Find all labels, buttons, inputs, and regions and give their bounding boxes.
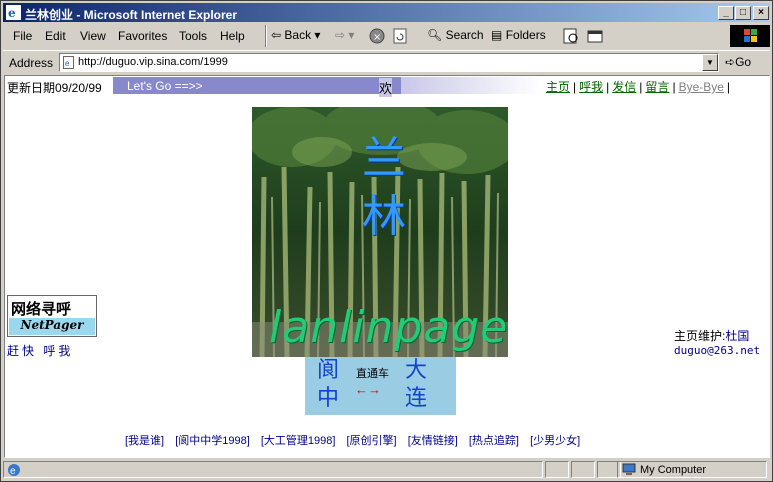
banner-title: 兰 林 [349, 130, 419, 246]
status-bar: e My Computer [3, 459, 770, 480]
refresh-icon [393, 28, 407, 44]
train-left-label: 阆 中 [317, 357, 339, 413]
train-right-char: 大 [405, 358, 428, 383]
back-label: Back [284, 28, 312, 42]
status-pane [545, 461, 569, 478]
toolbar: ⇦ Back ▾ ⇨ ▾ × 🔍︎ Search ▤ Folders [267, 24, 727, 48]
stop-icon: × [369, 28, 385, 44]
maintainer-email[interactable]: duguo@263.net [674, 344, 760, 357]
history-button[interactable] [563, 28, 579, 47]
banner-title-char: 兰 [362, 133, 406, 184]
marquee-fade [401, 77, 541, 94]
back-button[interactable]: ⇦ Back ▾ [271, 28, 320, 42]
page-content: 更新日期09/20/99 Let's Go ==>> 欢 主页 | 呼我 | 发信 | 留言… [4, 75, 770, 458]
top-link-bye[interactable]: Bye-Bye [679, 80, 724, 94]
svg-text:e: e [65, 59, 70, 68]
search-label: Search [445, 28, 484, 42]
top-link-guestbook[interactable]: 留言 [645, 80, 669, 94]
through-train-box[interactable]: 阆 中 直通车 ←→ 大 连 [305, 357, 456, 415]
menu-view[interactable]: View [80, 29, 106, 43]
netpager-english: NetPager [9, 318, 95, 335]
nav-link-original-engine[interactable]: [原创引擎] [347, 435, 397, 447]
fullscreen-button[interactable] [587, 28, 603, 47]
menu-bar: File Edit View Favorites Tools Help [3, 24, 265, 46]
status-pane [571, 461, 595, 478]
train-right-char: 连 [405, 386, 428, 411]
history-icon [563, 28, 578, 44]
bottom-nav: [我是谁] [阆中中学1998] [大工管理1998] [原创引擎] [友情链接… [125, 432, 588, 448]
netpager-badge[interactable]: 网络寻呼 NetPager [7, 295, 97, 337]
window-title: 兰林创业 - Microsoft Internet Explorer [25, 8, 238, 22]
menu-tools[interactable]: Tools [179, 29, 207, 43]
forward-arrow-icon: ⇨ [335, 28, 346, 42]
svg-text:e: e [10, 466, 16, 477]
menu-edit[interactable]: Edit [45, 29, 66, 43]
page-status-icon: e [8, 464, 20, 477]
search-icon: 🔍︎ [427, 28, 443, 42]
top-link-mail[interactable]: 发信 [612, 80, 636, 94]
back-arrow-icon: ⇦ [271, 28, 282, 42]
close-button[interactable]: × [753, 6, 769, 20]
top-nav: 主页 | 呼我 | 发信 | 留言 | Bye-Bye | [546, 80, 731, 94]
svg-text:e: e [8, 6, 16, 20]
ie-logo-icon: e [6, 5, 21, 20]
netpager-chinese: 网络寻呼 [11, 301, 72, 318]
status-zone: My Computer [640, 464, 707, 476]
maximize-button[interactable]: □ [735, 6, 751, 20]
menu-favorites[interactable]: Favorites [118, 29, 167, 43]
marquee-welcome: 欢 [379, 78, 393, 97]
maintainer-info: 主页维护:杜国 [674, 327, 749, 344]
fullscreen-icon [587, 30, 603, 43]
forward-button[interactable]: ⇨ ▾ [335, 28, 354, 42]
banner-subtitle: lanlinpage [269, 302, 509, 353]
train-right-label: 大 连 [405, 357, 427, 413]
address-dropdown-icon[interactable]: ▼ [702, 54, 718, 71]
maintainer-label: 主页维护: [674, 329, 726, 343]
computer-icon [622, 463, 636, 475]
folders-button[interactable]: ▤ Folders [491, 28, 546, 42]
train-left-char: 阆 [317, 358, 340, 383]
go-arrow-icon: ➪ [725, 55, 736, 69]
browser-window: e 兰林创业 - Microsoft Internet Explorer _ □… [0, 0, 773, 482]
nav-link-youth[interactable]: [少男少女] [530, 435, 580, 447]
minimize-button[interactable]: _ [718, 6, 734, 20]
update-date: 更新日期09/20/99 [7, 81, 102, 95]
folders-icon: ▤ [491, 28, 503, 42]
double-arrow-icon: ←→ [355, 382, 381, 397]
train-middle-label: 直通车 [356, 368, 389, 380]
stop-button[interactable]: × [369, 28, 385, 47]
marquee-text: Let's Go ==>> [127, 79, 203, 93]
address-url: http://duguo.vip.sina.com/1999 [78, 56, 228, 68]
folders-label: Folders [505, 28, 546, 42]
svg-text:×: × [373, 32, 381, 43]
status-zone-pane: My Computer [617, 461, 767, 478]
status-main-pane: e [3, 461, 543, 478]
page-icon: e [63, 56, 74, 69]
windows-flag-icon [744, 29, 757, 42]
banner-title-char: 林 [362, 191, 406, 242]
address-label: Address [9, 56, 54, 70]
go-label: Go [735, 55, 752, 69]
address-input[interactable]: e http://duguo.vip.sina.com/1999 ▼ [59, 53, 719, 72]
maintainer-name[interactable]: 杜国 [725, 329, 749, 343]
top-link-home[interactable]: 主页 [546, 80, 570, 94]
menu-file[interactable]: File [13, 29, 32, 43]
search-button[interactable]: 🔍︎ Search [427, 28, 484, 42]
top-link-page-me[interactable]: 呼我 [579, 80, 603, 94]
windows-logo [730, 25, 770, 47]
menu-help[interactable]: Help [220, 29, 245, 43]
train-left-char: 中 [317, 386, 340, 411]
page-me-link[interactable]: 赶快 呼我 [7, 342, 73, 359]
nav-link-friend-links[interactable]: [友情链接] [408, 435, 458, 447]
nav-link-langzhong-school[interactable]: [阆中中学1998] [175, 435, 250, 447]
nav-link-hot-topics[interactable]: [热点追踪] [469, 435, 519, 447]
marquee-bar: Let's Go ==>> 欢 [113, 77, 401, 97]
title-bar: e 兰林创业 - Microsoft Internet Explorer _ □… [3, 3, 770, 22]
refresh-button[interactable] [393, 28, 407, 47]
go-button[interactable]: ➪Go [725, 55, 751, 69]
nav-link-who-am-i[interactable]: [我是谁] [125, 435, 164, 447]
address-bar: Address e http://duguo.vip.sina.com/1999… [3, 50, 770, 74]
nav-link-dagong-management[interactable]: [大工管理1998] [261, 435, 336, 447]
